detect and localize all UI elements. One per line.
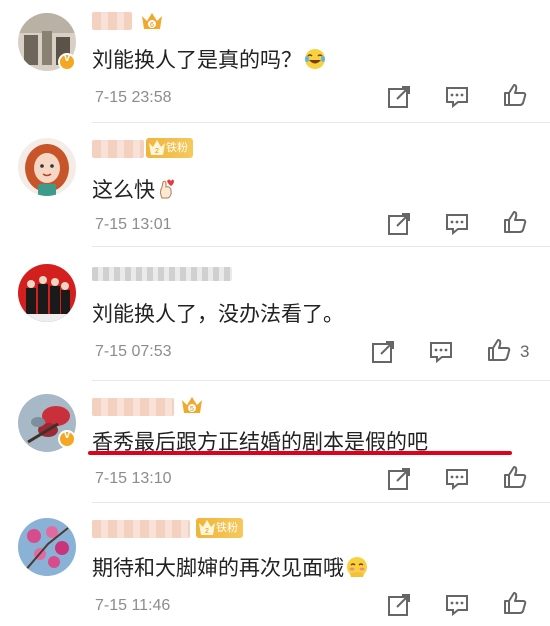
- comment-item: 6 刘能换人了是真的吗？ 7-15 23:58: [0, 0, 550, 122]
- like-count: 3: [520, 342, 530, 361]
- fan-badge-label: 铁粉: [166, 141, 188, 154]
- svg-text:6: 6: [150, 22, 154, 29]
- crown-level-icon: 5: [180, 394, 204, 416]
- avatar[interactable]: [18, 138, 76, 196]
- share-icon[interactable]: [370, 339, 396, 365]
- crown-level-icon: 2: [148, 138, 166, 158]
- comment-item: 2 铁粉 期待和大脚婶的再次见面哦 7-15 11:46: [0, 502, 550, 626]
- svg-text:5: 5: [190, 406, 194, 413]
- crown-level-icon: 2: [198, 518, 216, 538]
- comment-icon[interactable]: [444, 592, 470, 618]
- username-blurred[interactable]: [92, 140, 144, 158]
- timestamp: 7-15 23:58: [95, 89, 172, 106]
- fan-badge-label: 铁粉: [216, 521, 238, 534]
- comment-icon[interactable]: [444, 211, 470, 237]
- verified-badge-icon: [58, 429, 76, 448]
- avatar[interactable]: [18, 264, 76, 322]
- share-icon[interactable]: [386, 84, 412, 110]
- like-icon[interactable]: [502, 82, 528, 108]
- timestamp: 7-15 13:10: [95, 470, 172, 487]
- svg-text:2: 2: [205, 528, 209, 535]
- fan-badge: 2 铁粉: [146, 138, 193, 158]
- share-icon[interactable]: [386, 592, 412, 618]
- like-icon[interactable]: [502, 209, 528, 235]
- share-icon[interactable]: [386, 466, 412, 492]
- timestamp: 7-15 13:01: [95, 216, 172, 233]
- like-icon[interactable]: [502, 590, 528, 616]
- avatar[interactable]: [18, 518, 76, 576]
- crown-level-icon: 6: [140, 10, 164, 32]
- timestamp: 7-15 07:53: [95, 343, 172, 360]
- username-blurred[interactable]: [92, 12, 132, 30]
- comment-item: 5 香秀最后跟方正结婚的剧本是假的吧 7-15 13:10: [0, 380, 550, 502]
- laughing-crying-emoji-icon: [304, 48, 326, 75]
- like-icon[interactable]: [486, 337, 512, 363]
- svg-text:2: 2: [155, 148, 159, 155]
- comment-text: 刘能换人了，没办法看了。: [92, 302, 344, 326]
- comment-text: 这么快: [92, 174, 175, 205]
- comment-item: 2 铁粉 这么快 7-15 13:01: [0, 122, 550, 246]
- comment-icon[interactable]: [428, 339, 454, 365]
- comment-text: 刘能换人了是真的吗？: [92, 44, 326, 75]
- verified-badge-icon: [58, 52, 76, 71]
- finger-heart-emoji-icon: [157, 178, 175, 205]
- comment-icon[interactable]: [444, 466, 470, 492]
- username-blurred[interactable]: [92, 398, 174, 416]
- highlight-underline: [88, 451, 512, 455]
- username-blurred[interactable]: [92, 267, 232, 281]
- fan-badge: 2 铁粉: [196, 518, 243, 538]
- comment-text: 期待和大脚婶的再次见面哦: [92, 552, 368, 583]
- username-blurred[interactable]: [92, 520, 190, 538]
- share-icon[interactable]: [386, 211, 412, 237]
- shy-emoji-icon: [346, 556, 368, 583]
- comment-icon[interactable]: [444, 84, 470, 110]
- comment-item: 刘能换人了，没办法看了。 7-15 07:53 3: [0, 246, 550, 380]
- like-icon[interactable]: [502, 464, 528, 490]
- timestamp: 7-15 11:46: [95, 597, 171, 614]
